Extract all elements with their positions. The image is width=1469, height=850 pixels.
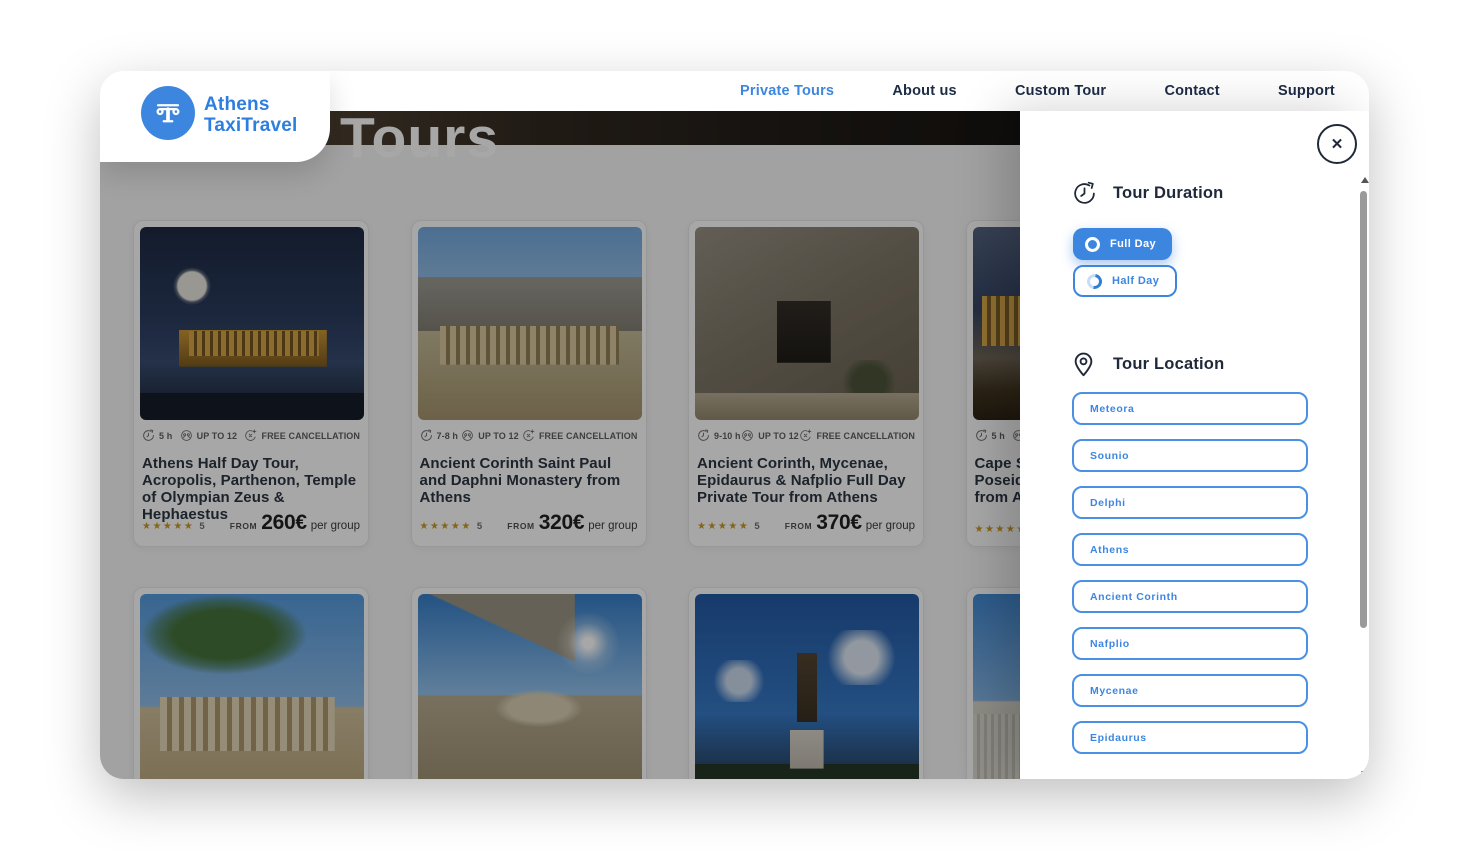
nav-item[interactable]: About us bbox=[892, 83, 956, 99]
nav-item[interactable]: Private Tours bbox=[740, 83, 834, 99]
location-pin-icon bbox=[1070, 351, 1097, 378]
duration-clock-icon bbox=[1072, 181, 1097, 206]
location-option[interactable]: Sounio bbox=[1072, 439, 1308, 472]
scroll-up-arrow-icon[interactable] bbox=[1361, 177, 1369, 183]
location-option[interactable]: Athens bbox=[1072, 533, 1308, 566]
dim-overlay-scrim[interactable] bbox=[100, 111, 1020, 779]
close-icon: ✕ bbox=[1331, 135, 1344, 153]
tour-duration-label: Tour Duration bbox=[1113, 184, 1223, 203]
duration-option-label: Full Day bbox=[1110, 238, 1156, 250]
duration-option[interactable]: Full Day bbox=[1073, 228, 1172, 260]
app-window: Private Tours 5 h UP TO 12 FRE bbox=[100, 71, 1369, 779]
scroll-down-arrow-icon[interactable] bbox=[1361, 771, 1369, 777]
tour-location-label: Tour Location bbox=[1113, 355, 1224, 374]
duration-options: Full Day Half Day bbox=[1073, 228, 1177, 302]
location-options: Meteora Sounio Delphi Athens Ancient Cor… bbox=[1072, 392, 1308, 768]
location-option[interactable]: Delphi bbox=[1072, 486, 1308, 519]
main-nav: Private Tours About us Custom Tour Conta… bbox=[740, 71, 1335, 111]
filter-panel: ✕ Tour Duration Full Day Half Day Tour L… bbox=[1020, 111, 1369, 779]
location-option[interactable]: Epidaurus bbox=[1072, 721, 1308, 754]
brand-line-1: Athens bbox=[204, 94, 298, 115]
duration-option-label: Half Day bbox=[1112, 275, 1159, 287]
nav-item[interactable]: Support bbox=[1278, 83, 1335, 99]
brand-line-2: TaxiTravel bbox=[204, 115, 298, 136]
close-button[interactable]: ✕ bbox=[1317, 124, 1357, 164]
ring-icon bbox=[1085, 237, 1100, 252]
tour-duration-heading: Tour Duration bbox=[1072, 181, 1223, 206]
brand-name: Athens TaxiTravel bbox=[204, 94, 298, 136]
ring-icon bbox=[1084, 271, 1105, 292]
tour-location-heading: Tour Location bbox=[1070, 351, 1224, 378]
logo-card[interactable]: Athens TaxiTravel bbox=[100, 71, 330, 162]
location-option[interactable]: Meteora bbox=[1072, 392, 1308, 425]
panel-scrollbar[interactable] bbox=[1359, 177, 1369, 777]
nav-item[interactable]: Contact bbox=[1164, 83, 1219, 99]
brand-logo-icon bbox=[141, 86, 195, 140]
location-option[interactable]: Ancient Corinth bbox=[1072, 580, 1308, 613]
duration-option[interactable]: Half Day bbox=[1073, 265, 1177, 297]
nav-item[interactable]: Custom Tour bbox=[1015, 83, 1106, 99]
scrollbar-thumb[interactable] bbox=[1360, 191, 1367, 628]
location-option[interactable]: Mycenae bbox=[1072, 674, 1308, 707]
location-option[interactable]: Nafplio bbox=[1072, 627, 1308, 660]
